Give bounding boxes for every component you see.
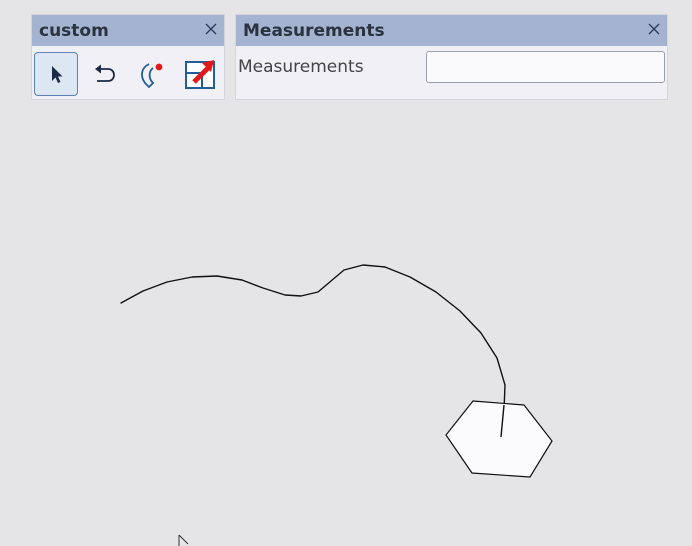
- path-edit-button[interactable]: [128, 52, 172, 96]
- measurements-label: Measurements: [238, 57, 364, 77]
- mouse-cursor-icon: [178, 534, 189, 546]
- undo-button[interactable]: [82, 52, 126, 96]
- curve-node-icon: [141, 63, 163, 89]
- custom-toolbar: [32, 46, 224, 99]
- close-icon[interactable]: [202, 20, 220, 38]
- custom-panel-header: custom: [32, 15, 224, 46]
- panel-title: custom: [39, 21, 109, 41]
- custom-toolbar-panel: custom: [31, 14, 225, 100]
- pointer-arrow-icon: [52, 66, 63, 83]
- measurements-field[interactable]: [426, 51, 665, 83]
- expand-button[interactable]: [178, 52, 222, 96]
- close-icon[interactable]: [645, 20, 663, 38]
- freehand-curve[interactable]: [120, 264, 506, 438]
- expand-arrow-icon: [185, 60, 215, 89]
- measurements-panel-header: Measurements: [236, 15, 667, 46]
- undo-arrow-icon: [95, 64, 115, 82]
- measurements-panel: Measurements Measurements: [235, 14, 668, 100]
- select-tool-button[interactable]: [34, 52, 78, 96]
- hexagon-shape[interactable]: [445, 400, 553, 478]
- panel-title: Measurements: [243, 21, 385, 41]
